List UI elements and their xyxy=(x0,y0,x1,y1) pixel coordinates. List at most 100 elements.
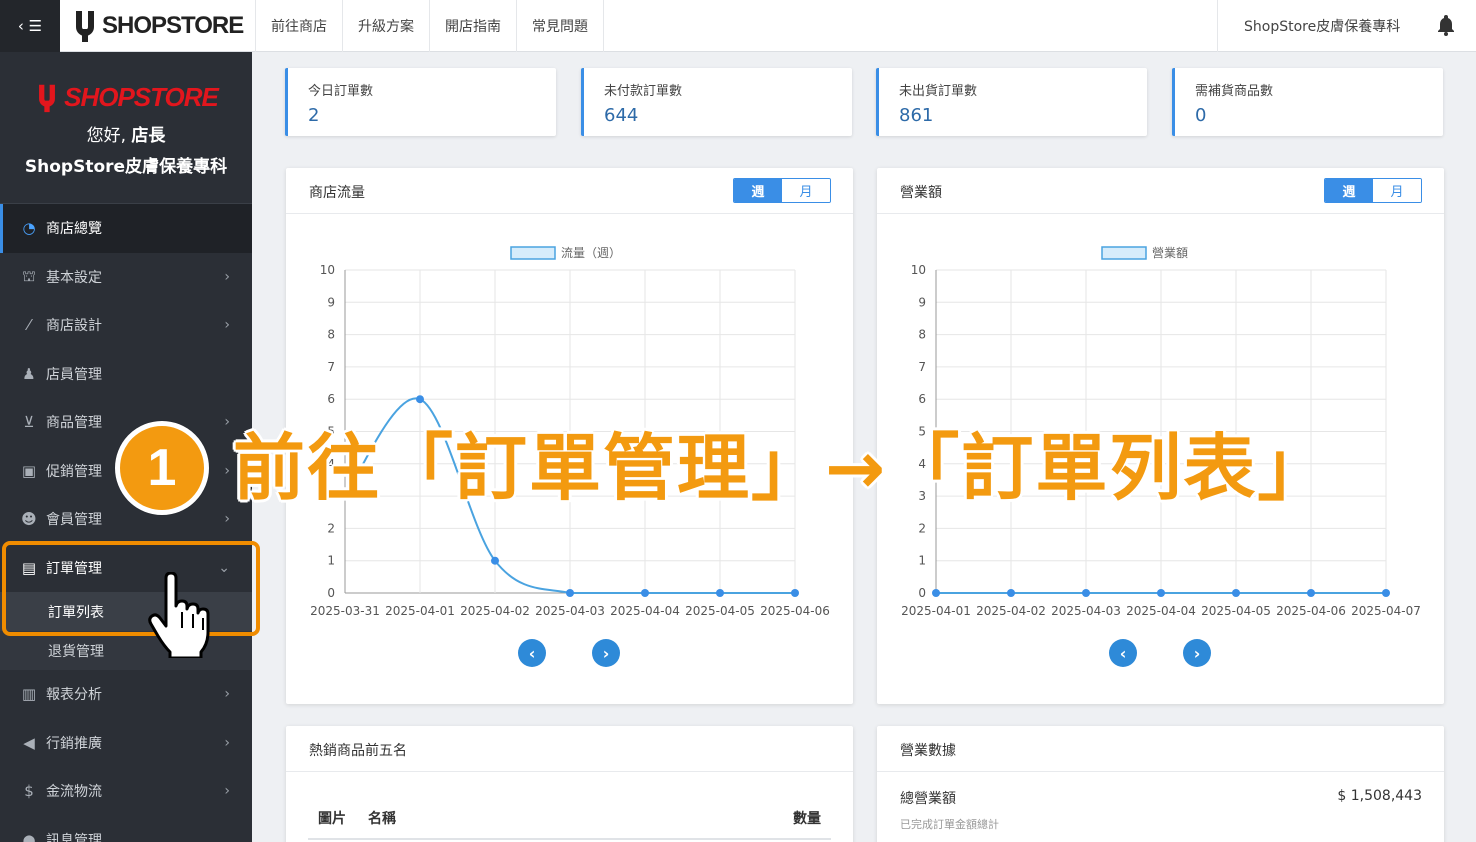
data-point xyxy=(1082,589,1090,597)
sidebar-item-store-design[interactable]: ⁄ 商店設計 › xyxy=(0,301,252,350)
step-number-badge: 1 xyxy=(115,421,209,515)
data-point xyxy=(641,589,649,597)
stat-card-unpaid-orders[interactable]: 未付款訂單數 644 xyxy=(581,68,852,136)
sidebar-item-label: 會員管理 xyxy=(46,512,102,529)
y-tick-label: 9 xyxy=(918,295,926,309)
nav-go-to-store[interactable]: 前往商店 xyxy=(255,0,342,52)
y-tick-label: 2 xyxy=(918,521,926,535)
sidebar-item-label: 店員管理 xyxy=(46,366,102,383)
x-tick-label: 2025-04-04 xyxy=(610,604,680,618)
data-point xyxy=(1157,589,1165,597)
sidebar-subitem-returns[interactable]: 退貨管理 xyxy=(0,631,252,670)
sidebar-item-reports[interactable]: ▥ 報表分析 › xyxy=(0,670,252,719)
nav-upgrade-plan[interactable]: 升級方案 xyxy=(342,0,429,52)
total-revenue-note: 已完成訂單金額總計 xyxy=(900,818,999,831)
sidebar-item-basic-settings[interactable]: ⛫ 基本設定 › xyxy=(0,253,252,302)
stat-label: 今日訂單數 xyxy=(308,84,374,99)
sidebar-logo-text: SHOPSTORE xyxy=(64,82,219,112)
legend-label: 流量（週） xyxy=(561,246,621,260)
y-tick-label: 6 xyxy=(327,392,335,406)
range-toggle: 週 月 xyxy=(733,178,831,203)
chevron-right-icon: › xyxy=(224,268,230,285)
data-point xyxy=(416,395,424,404)
y-tick-label: 2 xyxy=(327,521,335,535)
data-point xyxy=(1007,589,1015,597)
column-header-qty: 數量 xyxy=(793,811,821,827)
megaphone-icon: ◀ xyxy=(23,733,35,752)
week-tab[interactable]: 週 xyxy=(734,179,782,202)
sidebar-item-label: 商店設計 xyxy=(46,318,102,335)
sidebar-item-payment-logistics[interactable]: $ 金流物流 › xyxy=(0,767,252,816)
stat-card-today-orders[interactable]: 今日訂單數 2 xyxy=(285,68,556,136)
sidebar-item-marketing[interactable]: ◀ 行銷推廣 › xyxy=(0,719,252,768)
sidebar-item-staff[interactable]: ♟ 店員管理 xyxy=(0,350,252,399)
stat-value: 861 xyxy=(899,105,934,126)
chart-prev-button[interactable]: ‹ xyxy=(518,639,546,667)
shopstore-logo[interactable]: SHOPSTORE xyxy=(72,8,244,44)
greeting: 您好, 店長 xyxy=(0,121,252,146)
sidebar-item-members[interactable]: ☻ 會員管理 › xyxy=(0,495,252,544)
legend-label: 營業額 xyxy=(1152,246,1188,260)
staff-icon: ♟ xyxy=(22,364,36,383)
stat-card-restock-products[interactable]: 需補貨商品數 0 xyxy=(1172,68,1443,136)
stat-value: 0 xyxy=(1195,105,1207,126)
data-point xyxy=(491,556,499,565)
sidebar-toggle-button[interactable]: ‹ ☰ xyxy=(0,0,60,52)
x-tick-label: 2025-03-31 xyxy=(310,604,380,618)
nav-store-guide[interactable]: 開店指南 xyxy=(429,0,516,52)
y-tick-label: 8 xyxy=(327,328,335,342)
stat-value: 2 xyxy=(308,105,320,126)
bell-icon[interactable] xyxy=(1436,14,1456,36)
chat-icon: ● xyxy=(22,830,36,842)
chevron-right-icon: › xyxy=(224,783,230,800)
store-name-menu[interactable]: ShopStore皮膚保養專科 xyxy=(1217,0,1400,52)
nav-faq[interactable]: 常見問題 xyxy=(516,0,604,52)
chart-next-button[interactable]: › xyxy=(592,639,620,667)
y-tick-label: 0 xyxy=(327,586,335,600)
chart-prev-button[interactable]: ‹ xyxy=(1109,639,1137,667)
magic-wand-icon: ⁄ xyxy=(27,316,31,335)
logo-text: SHOPSTORE xyxy=(102,12,244,39)
data-point xyxy=(566,589,574,597)
bar-chart-icon: ▥ xyxy=(21,685,37,704)
chart-next-button[interactable]: › xyxy=(1183,639,1211,667)
users-icon: ☻ xyxy=(21,510,37,529)
sidebar-item-label: 商店總覽 xyxy=(46,221,102,238)
bank-icon: ⛫ xyxy=(22,266,36,285)
hand-cursor-icon xyxy=(148,572,210,658)
y-tick-label: 8 xyxy=(918,328,926,342)
sidebar-item-label: 訊息管理 xyxy=(46,832,102,842)
chevron-right-icon: › xyxy=(224,686,230,703)
week-tab[interactable]: 週 xyxy=(1325,179,1373,202)
stat-label: 未出貨訂單數 xyxy=(899,84,978,99)
sidebar-item-messages[interactable]: ● 訊息管理 xyxy=(0,816,252,842)
chevron-right-icon: › xyxy=(224,462,230,479)
stat-card-unshipped-orders[interactable]: 未出貨訂單數 861 xyxy=(876,68,1147,136)
data-point xyxy=(1232,589,1240,597)
dashboard-icon: ◔ xyxy=(22,219,36,238)
total-revenue-row: 總營業額 $ 1,508,443 已完成訂單金額總計 xyxy=(900,788,1422,832)
legend-swatch xyxy=(1101,246,1147,260)
y-tick-label: 6 xyxy=(918,392,926,406)
chevron-right-icon: › xyxy=(224,511,230,528)
greeting-role: 店長 xyxy=(131,126,166,146)
x-tick-label: 2025-04-03 xyxy=(535,604,605,618)
chevron-right-icon: › xyxy=(224,734,230,751)
month-tab[interactable]: 月 xyxy=(1373,179,1421,202)
x-tick-label: 2025-04-06 xyxy=(1276,604,1346,618)
x-tick-label: 2025-04-01 xyxy=(385,604,455,618)
top-products-panel: 熱銷商品前五名 圖片 名稱 數量 xyxy=(286,726,853,842)
column-header-name: 名稱 xyxy=(368,811,396,827)
data-point xyxy=(932,589,940,597)
gift-icon: ▣ xyxy=(21,461,37,480)
sidebar-item-label: 促銷管理 xyxy=(46,463,102,480)
x-tick-label: 2025-04-02 xyxy=(460,604,530,618)
instruction-text: 前往「訂單管理」→「訂單列表」 xyxy=(233,426,1332,510)
sidebar-item-label: 行銷推廣 xyxy=(46,735,102,752)
logo-mark-icon xyxy=(39,84,56,112)
top-nav: 前往商店 升級方案 開店指南 常見問題 xyxy=(255,0,604,52)
chevron-right-icon: › xyxy=(224,414,230,431)
month-tab[interactable]: 月 xyxy=(782,179,830,202)
sidebar-item-overview[interactable]: ◔ 商店總覽 xyxy=(0,204,252,253)
sidebar-item-label: 金流物流 xyxy=(46,784,102,801)
